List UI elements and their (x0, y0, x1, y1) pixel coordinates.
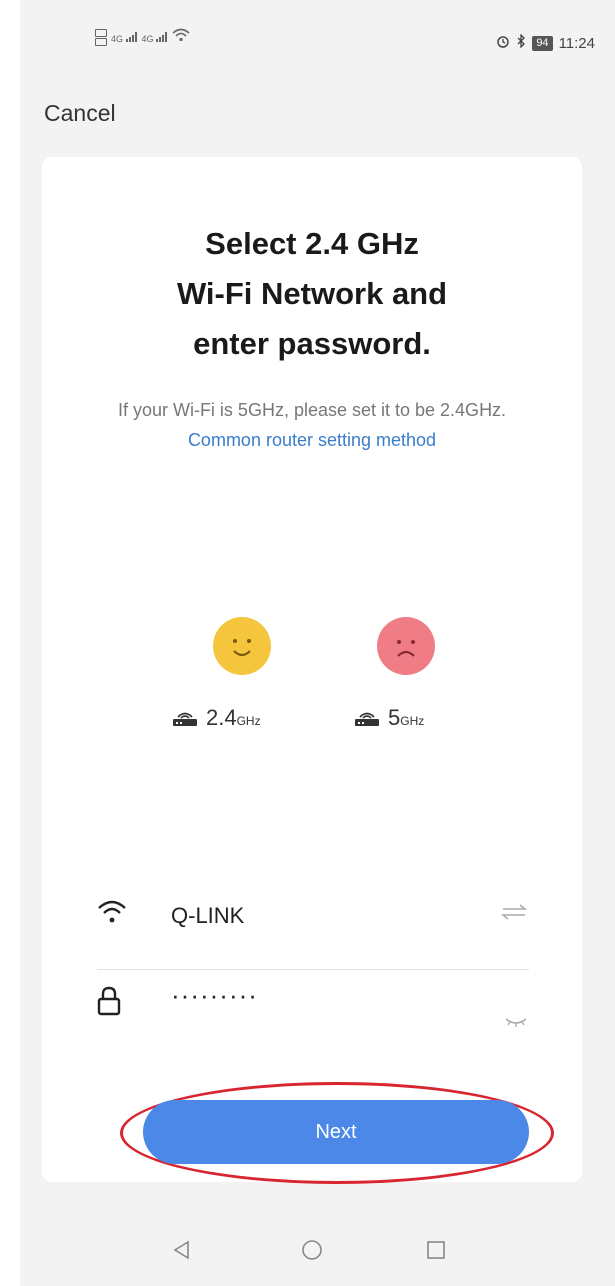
wifi-icon (97, 899, 127, 930)
switch-network-icon[interactable] (500, 903, 528, 926)
router-icon (172, 709, 198, 727)
router-setting-link[interactable]: Common router setting method (188, 430, 436, 450)
page-title: Select 2.4 GHz Wi-Fi Network and enter p… (176, 226, 448, 361)
status-right: 94 11:24 (496, 33, 595, 52)
status-signals: 4G 4G (95, 28, 190, 47)
status-time: 11:24 (558, 34, 595, 52)
status-bar: 4G 4G 94 11:24 (20, 0, 615, 80)
home-icon[interactable] (300, 1238, 324, 1267)
sad-face-icon (377, 617, 435, 675)
alarm-icon (496, 34, 510, 52)
wifi-ssid-row[interactable]: Q-LINK (97, 885, 529, 970)
bluetooth-icon (516, 33, 526, 52)
back-icon[interactable] (170, 1238, 194, 1267)
signal-icon-2: 4G (142, 31, 169, 44)
router-icon (354, 709, 380, 727)
password-row[interactable]: ········· (97, 972, 529, 1032)
system-nav-bar (20, 1218, 615, 1286)
band-illustration: 2.4GHz 5GHz (42, 615, 582, 745)
next-button[interactable]: Next (143, 1100, 529, 1164)
password-input[interactable]: ········· (171, 980, 258, 1011)
cancel-button[interactable]: Cancel (44, 100, 116, 127)
lock-icon (97, 986, 121, 1021)
wifi-ssid-value: Q-LINK (171, 903, 245, 928)
battery-icon: 94 (532, 35, 553, 51)
sim-icon (95, 29, 107, 46)
phone-screen: 4G 4G 94 11:24 Cancel Select 2.4 GHz Wi-… (20, 0, 615, 1286)
setup-card: Select 2.4 GHz Wi-Fi Network and enter p… (42, 157, 582, 1184)
eye-closed-icon[interactable] (505, 1010, 527, 1033)
subtitle: If your Wi-Fi is 5GHz, please set it to … (112, 395, 512, 455)
band-2-4ghz-label: 2.4GHz (172, 705, 261, 731)
signal-icon-1: 4G (111, 31, 138, 44)
recent-apps-icon[interactable] (424, 1238, 448, 1267)
happy-face-icon (213, 617, 271, 675)
subtitle-text: If your Wi-Fi is 5GHz, please set it to … (117, 400, 507, 420)
wifi-status-icon (172, 28, 190, 47)
band-5ghz-label: 5GHz (354, 705, 424, 731)
